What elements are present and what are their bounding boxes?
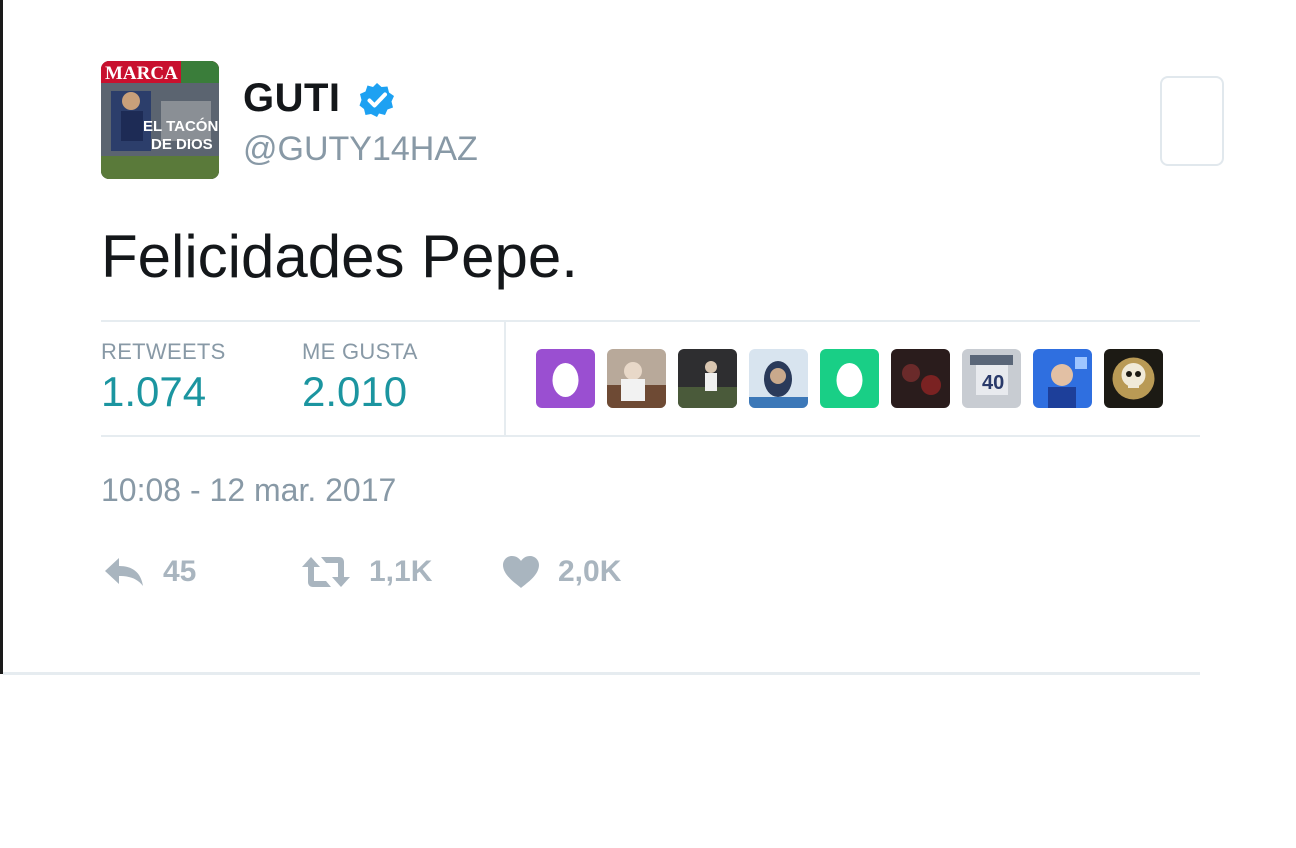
svg-text:40: 40 bbox=[982, 372, 1004, 394]
photo-avatar-icon bbox=[749, 349, 808, 408]
liker-avatar-6[interactable] bbox=[891, 349, 950, 408]
likes-label[interactable]: ME GUSTA bbox=[302, 339, 418, 365]
author-display-name[interactable]: GUTI bbox=[243, 76, 341, 121]
photo-avatar-icon bbox=[678, 349, 737, 408]
like-count: 2,0K bbox=[558, 555, 622, 588]
avatar-image: MARCA EL TACÓN DE DIOS bbox=[101, 61, 219, 179]
reply-icon bbox=[105, 558, 143, 586]
liker-avatar-list: 40 bbox=[536, 349, 1163, 409]
photo-avatar-icon bbox=[1033, 349, 1092, 408]
reply-count: 45 bbox=[163, 555, 197, 588]
liker-avatar-5[interactable] bbox=[820, 349, 879, 408]
reply-button[interactable]: 45 bbox=[103, 552, 196, 592]
retweet-count: 1,1K bbox=[369, 555, 433, 588]
liker-avatar-8[interactable] bbox=[1033, 349, 1092, 408]
stats-bottom-divider bbox=[101, 435, 1200, 437]
likes-value[interactable]: 2.010 bbox=[302, 368, 407, 416]
liker-avatar-7[interactable]: 40 bbox=[962, 349, 1021, 408]
liker-avatar-2[interactable] bbox=[607, 349, 666, 408]
liker-avatar-4[interactable] bbox=[749, 349, 808, 408]
avatar-logo-text: MARCA bbox=[105, 63, 178, 84]
egg-avatar-icon bbox=[536, 349, 595, 408]
avatar-headline-1: EL TACÓN bbox=[143, 117, 218, 135]
liker-avatar-9[interactable] bbox=[1104, 349, 1163, 408]
retweets-value[interactable]: 1.074 bbox=[101, 368, 206, 416]
retweet-icon bbox=[302, 557, 350, 587]
photo-avatar-icon bbox=[891, 349, 950, 408]
card-bottom-divider bbox=[3, 672, 1200, 675]
follow-button[interactable] bbox=[1160, 76, 1224, 166]
liker-avatar-3[interactable] bbox=[678, 349, 737, 408]
author-handle[interactable]: @GUTY14HAZ bbox=[243, 130, 478, 169]
stats-top-divider bbox=[101, 320, 1200, 322]
liker-avatar-1[interactable] bbox=[536, 349, 595, 408]
retweets-label[interactable]: RETWEETS bbox=[101, 339, 226, 365]
heart-icon bbox=[503, 556, 539, 588]
egg-avatar-icon bbox=[820, 349, 879, 408]
verified-badge-icon bbox=[359, 83, 394, 117]
photo-avatar-icon: 40 bbox=[962, 349, 1021, 408]
tweet-timestamp[interactable]: 10:08 - 12 mar. 2017 bbox=[101, 472, 396, 509]
author-avatar[interactable]: MARCA EL TACÓN DE DIOS bbox=[101, 61, 219, 179]
photo-avatar-icon bbox=[607, 349, 666, 408]
like-button[interactable]: 2,0K bbox=[502, 552, 621, 592]
avatar-headline-2: DE DIOS bbox=[151, 136, 213, 153]
retweet-button[interactable]: 1,1K bbox=[301, 552, 432, 592]
tweet-text: Felicidades Pepe. bbox=[101, 223, 578, 290]
skull-avatar-icon bbox=[1104, 349, 1163, 408]
stats-vertical-divider bbox=[504, 320, 506, 437]
